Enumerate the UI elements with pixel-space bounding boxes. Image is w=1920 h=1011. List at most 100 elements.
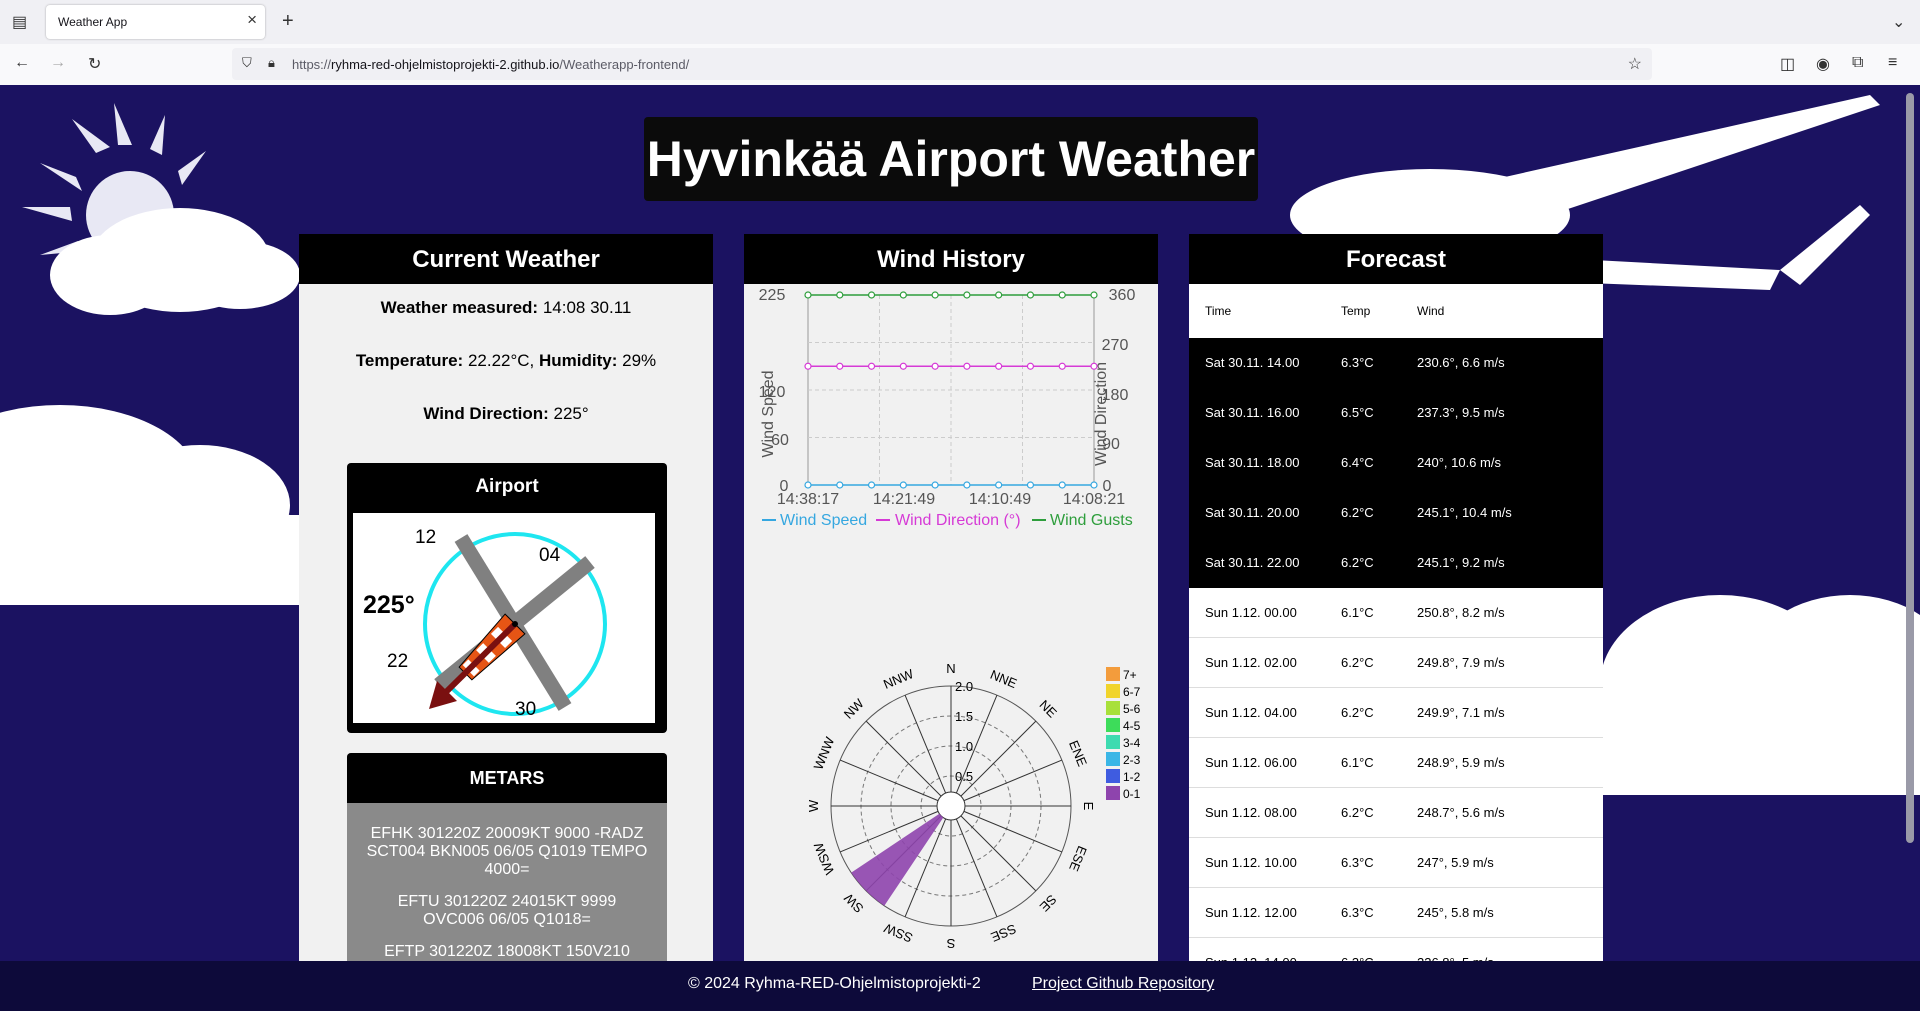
- runway-diagram: 12 04 22 30 225°: [363, 527, 607, 720]
- y-right-tick: 270: [1102, 337, 1129, 354]
- forecast-wind: 230.6°, 6.6 m/s: [1416, 338, 1603, 388]
- forecast-heading: Forecast: [1189, 234, 1603, 284]
- pocket-icon[interactable]: ◫: [1780, 54, 1795, 74]
- forecast-time: Sun 1.12. 06.00: [1189, 737, 1340, 788]
- direction-label: NNW: [881, 666, 916, 692]
- forecast-time: Sat 30.11. 16.00: [1189, 387, 1340, 438]
- data-point: [804, 481, 812, 489]
- cloud-right: [1600, 595, 1920, 795]
- runway-label-22: 22: [387, 651, 408, 672]
- forecast-wind: 240°, 10.6 m/s: [1416, 437, 1603, 488]
- column-time: Time: [1205, 304, 1232, 318]
- data-point: [931, 291, 939, 299]
- reload-icon[interactable]: ↻: [88, 54, 101, 74]
- legend-swatch: [1106, 684, 1120, 698]
- forecast-row: Sun 1.12. 08.00 6.2°C 248.7°, 5.6 m/s: [1189, 787, 1603, 838]
- data-point: [995, 291, 1003, 299]
- forward-icon[interactable]: →: [50, 54, 66, 72]
- spoke-line: [865, 720, 942, 797]
- direction-label: WNW: [811, 734, 838, 772]
- direction-label: ESE: [1066, 844, 1090, 874]
- forecast-time: Sun 1.12. 04.00: [1189, 687, 1340, 738]
- airport-panel: Airport 12 04 22 30 225°: [347, 463, 667, 733]
- data-point: [899, 362, 907, 370]
- y-right-tick: 360: [1109, 287, 1136, 304]
- shield-icon[interactable]: ⛉: [242, 55, 252, 71]
- data-point: [1026, 481, 1035, 489]
- forecast-temp: 6.3°C: [1340, 887, 1416, 938]
- forecast-temp: 6.2°C: [1340, 787, 1416, 838]
- account-icon[interactable]: ◉: [1816, 54, 1830, 74]
- github-repo-link[interactable]: Project Github Repository: [1032, 975, 1214, 993]
- temperature-line: Temperature: 22.22°C, Humidity: 29%: [355, 351, 657, 370]
- close-tab-icon[interactable]: ×: [247, 10, 257, 30]
- data-point: [836, 481, 844, 489]
- data-point: [836, 291, 844, 299]
- data-point: [899, 291, 907, 299]
- data-point: [867, 291, 876, 299]
- page-scrollbar[interactable]: [1906, 93, 1914, 843]
- extensions-icon[interactable]: ⧉: [1852, 54, 1863, 72]
- y-left-tick: 225: [759, 287, 786, 304]
- legend-wind-gusts: Wind Gusts: [1050, 512, 1133, 529]
- chevron-down-icon[interactable]: ⌄: [1892, 12, 1905, 32]
- spoke-line: [960, 720, 1037, 797]
- forecast-wind: 245.1°, 10.4 m/s: [1416, 487, 1603, 538]
- tab-list-icon[interactable]: ▤: [12, 12, 27, 32]
- legend-label: 2-3: [1123, 753, 1141, 767]
- forecast-wind: 249.9°, 7.1 m/s: [1416, 687, 1603, 738]
- forecast-row: Sun 1.12. 06.00 6.1°C 248.9°, 5.9 m/s: [1189, 737, 1603, 788]
- bookmark-star-icon[interactable]: ☆: [1628, 54, 1642, 74]
- data-point: [836, 362, 844, 370]
- browser-tab[interactable]: Weather App ×: [46, 5, 265, 39]
- forecast-temp: 6.1°C: [1340, 587, 1416, 638]
- browser-nav-bar: ← → ↻ ⛉ 🔒︎ https://ryhma-red-ohjelmistop…: [0, 44, 1920, 86]
- metar-item: EFTU 301220Z 24015KT 9999 OVC006 06/05 Q…: [397, 893, 617, 928]
- data-point: [1026, 291, 1035, 299]
- forecast-wind: 245°, 5.8 m/s: [1416, 887, 1603, 938]
- legend-label: 6-7: [1123, 685, 1141, 699]
- radial-tick: 1.5: [955, 709, 973, 724]
- airport-heading: Airport: [475, 476, 539, 497]
- forecast-wind: 248.9°, 5.9 m/s: [1416, 737, 1603, 788]
- forecast-wind: 247°, 5.9 m/s: [1416, 837, 1603, 888]
- forecast-temp: 6.3°C: [1340, 338, 1416, 388]
- forecast-time: Sat 30.11. 18.00: [1189, 437, 1340, 488]
- data-point: [1058, 481, 1066, 489]
- forecast-time: Sat 30.11. 14.00: [1189, 338, 1340, 388]
- forecast-row: Sun 1.12. 12.00 6.3°C 245°, 5.8 m/s: [1189, 887, 1603, 938]
- forecast-row: Sat 30.11. 16.00 6.5°C 237.3°, 9.5 m/s: [1189, 387, 1603, 438]
- forecast-time: Sat 30.11. 20.00: [1189, 487, 1340, 538]
- forecast-row: Sun 1.12. 00.00 6.1°C 250.8°, 8.2 m/s: [1189, 587, 1603, 638]
- data-point: [867, 362, 876, 370]
- metars-heading: METARS: [347, 753, 667, 803]
- legend-swatch: [1106, 735, 1120, 749]
- data-point: [804, 291, 812, 299]
- direction-label: ENE: [1066, 738, 1090, 769]
- measured-line: Weather measured: 14:08 30.11: [380, 298, 632, 317]
- wind-arrow: [440, 621, 518, 698]
- address-bar[interactable]: ⛉ 🔒︎ https://ryhma-red-ohjelmistoprojekt…: [232, 48, 1652, 80]
- legend[interactable]: Wind Speed Wind Direction (°) Wind Gusts: [762, 512, 1133, 529]
- forecast-temp: 6.3°C: [1340, 837, 1416, 888]
- forecast-temp: 6.2°C: [1340, 487, 1416, 538]
- data-point: [804, 362, 812, 370]
- data-point: [995, 362, 1003, 370]
- back-icon[interactable]: ←: [14, 54, 30, 72]
- spoke-line: [960, 815, 1037, 892]
- forecast-wind: 237.3°, 9.5 m/s: [1416, 387, 1603, 438]
- data-point: [867, 481, 876, 489]
- forecast-row: Sat 30.11. 20.00 6.2°C 245.1°, 10.4 m/s: [1189, 487, 1603, 538]
- lock-icon[interactable]: 🔒︎: [268, 55, 275, 71]
- legend-label: 4-5: [1123, 719, 1141, 733]
- menu-icon[interactable]: ≡: [1888, 54, 1897, 72]
- data-point: [963, 362, 971, 370]
- legend-swatch: [1106, 701, 1120, 715]
- wind-direction-readout: 225°: [363, 591, 415, 619]
- direction-label: NNE: [988, 667, 1019, 691]
- new-tab-icon[interactable]: +: [282, 10, 294, 33]
- spoke-line: [963, 810, 1063, 853]
- column-temp: Temp: [1341, 304, 1371, 318]
- legend-swatch: [1106, 786, 1120, 800]
- legend-label: 1-2: [1123, 770, 1141, 784]
